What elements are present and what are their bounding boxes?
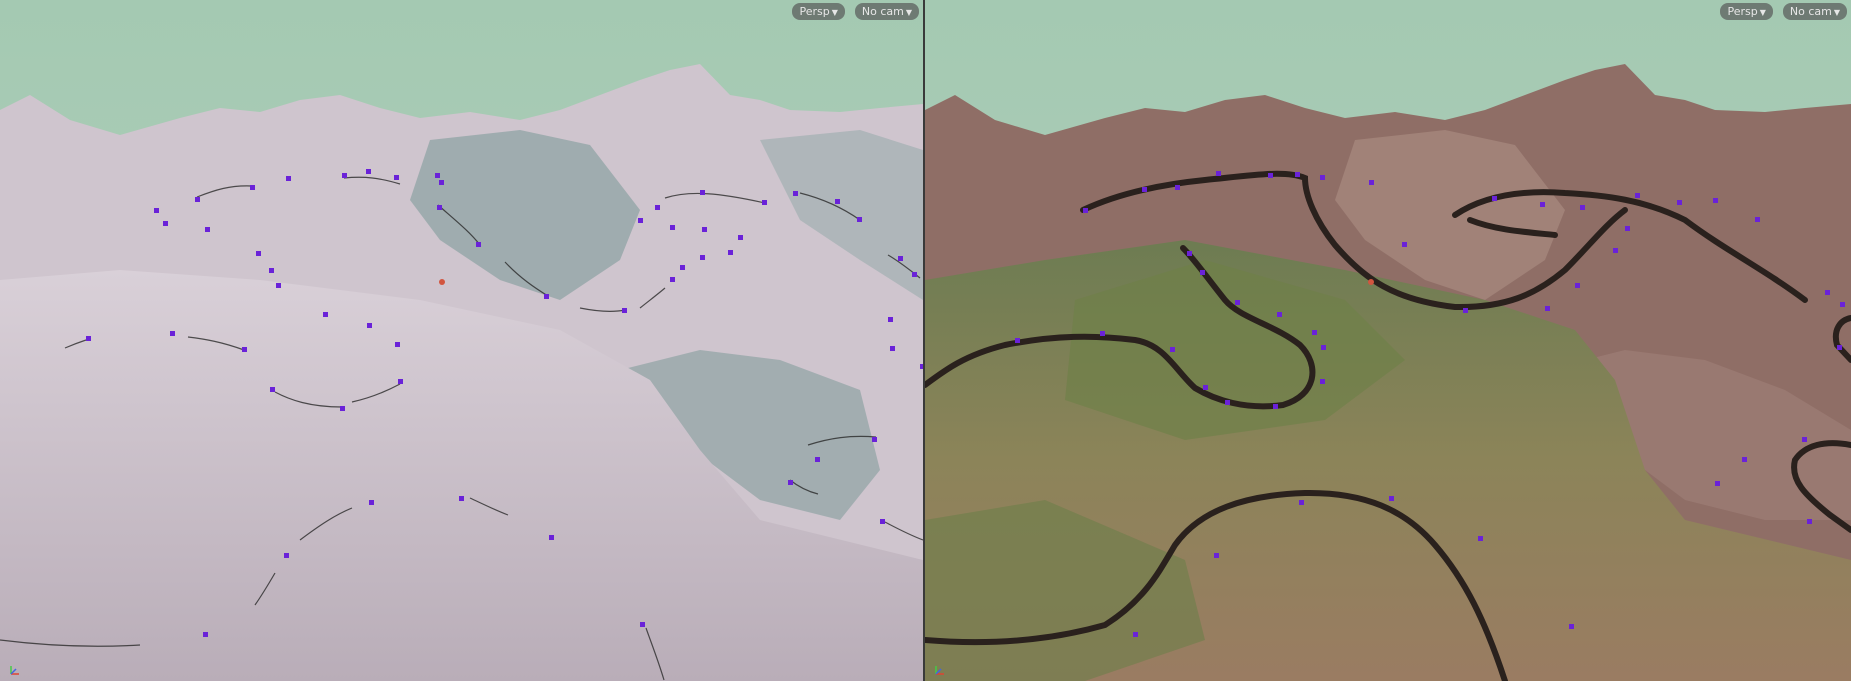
axis-gizmo-icon bbox=[10, 666, 19, 675]
origin-marker bbox=[439, 279, 445, 285]
caret-down-icon: ▼ bbox=[1759, 8, 1766, 17]
caret-down-icon: ▼ bbox=[905, 8, 912, 17]
camera-menu-button[interactable]: No cam ▼ bbox=[1782, 3, 1847, 20]
caret-down-icon: ▼ bbox=[831, 8, 838, 17]
camera-menu-label: No cam bbox=[861, 5, 904, 18]
viewport-left[interactable]: Persp ▼ No cam ▼ bbox=[0, 0, 923, 681]
view-menu-label: Persp bbox=[799, 5, 830, 18]
caret-down-icon: ▼ bbox=[1833, 8, 1840, 17]
viewport-scene-clay[interactable] bbox=[0, 0, 923, 681]
viewport-scene-textured[interactable] bbox=[925, 0, 1851, 681]
view-menu-label: Persp bbox=[1727, 5, 1758, 18]
view-menu-button[interactable]: Persp ▼ bbox=[1720, 3, 1773, 20]
view-menu-button[interactable]: Persp ▼ bbox=[792, 3, 845, 20]
camera-menu-label: No cam bbox=[1789, 5, 1832, 18]
viewport-right[interactable]: Persp ▼ No cam ▼ bbox=[925, 0, 1851, 681]
camera-menu-button[interactable]: No cam ▼ bbox=[854, 3, 919, 20]
origin-marker bbox=[1368, 279, 1374, 285]
axis-gizmo-icon bbox=[935, 666, 944, 675]
